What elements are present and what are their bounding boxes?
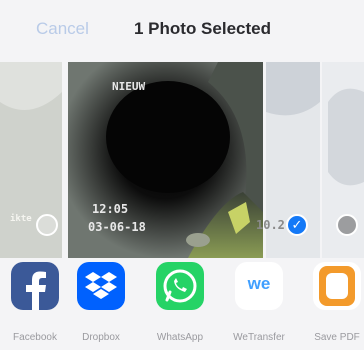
save-pdf-glyph (319, 266, 355, 306)
wetransfer-icon: we (235, 262, 283, 310)
whatsapp-icon (156, 262, 204, 310)
app-label: Facebook (13, 332, 57, 343)
whatsapp-glyph (163, 269, 197, 303)
app-item-save-pdf[interactable]: Save PDF (306, 262, 364, 343)
dropbox-icon (77, 262, 125, 310)
cancel-button[interactable]: Cancel (36, 19, 89, 39)
selection-circle[interactable] (336, 214, 358, 236)
svg-text:we: we (247, 274, 271, 293)
selection-circle[interactable] (36, 214, 58, 236)
photo-thumbnail[interactable]: ikte (0, 62, 62, 258)
photo-strip[interactable]: ikte NIEUW 12:05 03-06-18 10.2 ✓ (0, 62, 364, 258)
dropbox-glyph (85, 272, 117, 299)
photo-overlay-temp: 10.2 (256, 218, 285, 232)
photo-overlay-text: ikte (10, 214, 32, 224)
photo-overlay-time: 12:05 (92, 202, 129, 216)
app-item-dropbox[interactable]: Dropbox (70, 262, 132, 343)
app-label: WhatsApp (156, 332, 204, 343)
save-pdf-icon (313, 262, 361, 310)
photo-overlay-tag: NIEUW (112, 80, 146, 93)
app-label: Save PDF (314, 332, 360, 343)
page-title: 1 Photo Selected (134, 19, 271, 38)
share-header: Cancel 1 Photo Selected (0, 0, 364, 62)
facebook-icon (11, 262, 59, 310)
facebook-glyph (26, 271, 46, 310)
photo-thumbnail-selected[interactable]: NIEUW 12:05 03-06-18 (68, 62, 263, 258)
app-label: Dropbox (82, 332, 120, 343)
app-label: WeTransfer (233, 332, 285, 343)
photo-overlay-date: 03-06-18 (88, 220, 146, 234)
share-app-row: Facebook Dropbox WhatsApp we WeTransfer … (0, 258, 364, 350)
app-item-whatsapp[interactable]: WhatsApp (149, 262, 211, 343)
app-item-facebook[interactable]: Facebook (4, 262, 66, 343)
wetransfer-glyph: we (247, 274, 271, 293)
app-item-wetransfer[interactable]: we WeTransfer (228, 262, 290, 343)
selected-check-icon[interactable]: ✓ (286, 214, 308, 236)
